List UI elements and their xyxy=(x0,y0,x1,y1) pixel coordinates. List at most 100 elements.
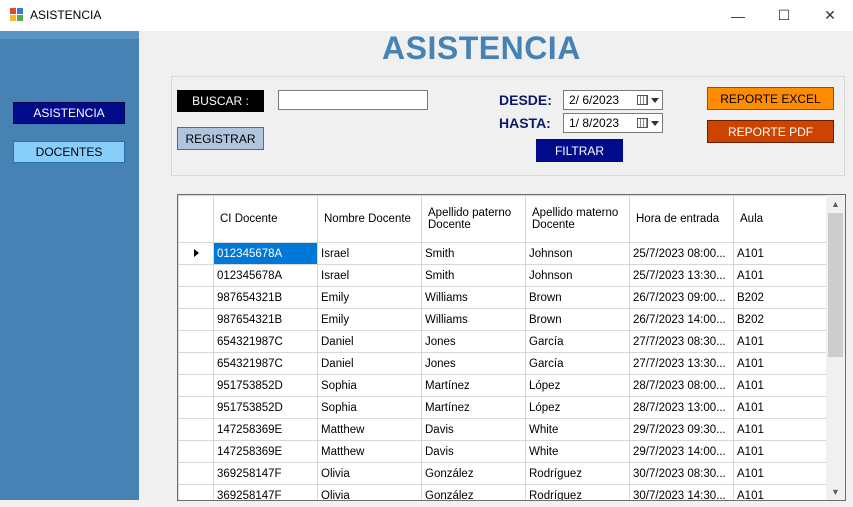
table-cell[interactable]: 28/7/2023 08:00... xyxy=(629,374,734,397)
table-cell[interactable]: González xyxy=(421,462,526,485)
table-cell[interactable]: A101 xyxy=(733,242,838,265)
table-cell[interactable]: García xyxy=(525,330,630,353)
column-header[interactable]: Apellido materno Docente xyxy=(525,195,630,243)
table-cell[interactable]: 369258147F xyxy=(213,484,318,500)
row-header[interactable] xyxy=(178,264,214,287)
table-row[interactable]: 654321987C Daniel Jones García 27/7/2023 08:… xyxy=(178,330,838,353)
table-cell[interactable]: Emily xyxy=(317,308,422,331)
table-cell[interactable]: A101 xyxy=(733,484,838,500)
table-cell[interactable]: Brown xyxy=(525,286,630,309)
table-row[interactable]: 147258369E Matthew Davis White 29/7/2023 14:… xyxy=(178,440,838,463)
table-cell[interactable]: 27/7/2023 13:30... xyxy=(629,352,734,375)
reporte-excel-button[interactable]: REPORTE EXCEL xyxy=(707,87,834,110)
table-cell[interactable]: 987654321B xyxy=(213,308,318,331)
table-cell[interactable]: 29/7/2023 14:00... xyxy=(629,440,734,463)
row-header-corner[interactable] xyxy=(178,195,214,243)
table-row[interactable]: 987654321B Emily Williams Brown 26/7/2023 09… xyxy=(178,286,838,309)
chevron-down-icon[interactable] xyxy=(651,98,659,103)
table-cell[interactable]: Olivia xyxy=(317,462,422,485)
table-cell[interactable]: 30/7/2023 08:30... xyxy=(629,462,734,485)
minimize-button[interactable]: — xyxy=(715,0,761,31)
chevron-down-icon[interactable] xyxy=(651,121,659,126)
table-cell[interactable]: White xyxy=(525,418,630,441)
table-cell[interactable]: Johnson xyxy=(525,242,630,265)
column-header[interactable]: CI Docente xyxy=(213,195,318,243)
table-cell[interactable]: García xyxy=(525,352,630,375)
row-header[interactable] xyxy=(178,330,214,353)
sidebar-item-asistencia[interactable]: ASISTENCIA xyxy=(13,102,125,124)
table-cell[interactable]: 987654321B xyxy=(213,286,318,309)
table-cell[interactable]: Daniel xyxy=(317,352,422,375)
reporte-pdf-button[interactable]: REPORTE PDF xyxy=(707,120,834,143)
search-input[interactable] xyxy=(278,90,428,110)
table-row[interactable]: 147258369E Matthew Davis White 29/7/2023 09:… xyxy=(178,418,838,441)
table-cell[interactable]: A101 xyxy=(733,374,838,397)
table-cell[interactable]: A101 xyxy=(733,396,838,419)
table-cell[interactable]: Emily xyxy=(317,286,422,309)
row-header[interactable] xyxy=(178,440,214,463)
table-cell[interactable]: 28/7/2023 13:00... xyxy=(629,396,734,419)
maximize-button[interactable]: ☐ xyxy=(761,0,807,31)
table-cell[interactable]: Davis xyxy=(421,440,526,463)
column-header[interactable]: Aula xyxy=(733,195,838,243)
table-cell[interactable]: Brown xyxy=(525,308,630,331)
table-cell[interactable]: Jones xyxy=(421,352,526,375)
table-cell[interactable]: 369258147F xyxy=(213,462,318,485)
table-row[interactable]: 012345678A Israel Smith Johnson 25/7/2023 13… xyxy=(178,264,838,287)
table-cell[interactable]: Martínez xyxy=(421,396,526,419)
table-cell[interactable]: Daniel xyxy=(317,330,422,353)
table-cell[interactable]: 654321987C xyxy=(213,352,318,375)
vertical-scrollbar[interactable]: ▲ ▼ xyxy=(826,195,845,500)
table-cell[interactable]: Smith xyxy=(421,242,526,265)
scroll-thumb[interactable] xyxy=(828,213,843,357)
registrar-button[interactable]: REGISTRAR xyxy=(177,127,264,150)
column-header[interactable]: Hora de entrada xyxy=(629,195,734,243)
table-cell[interactable]: Olivia xyxy=(317,484,422,500)
table-cell[interactable]: 30/7/2023 14:30... xyxy=(629,484,734,500)
attendance-grid[interactable]: CI Docente Nombre Docente Apellido pater… xyxy=(177,194,846,501)
row-header[interactable] xyxy=(178,374,214,397)
table-cell[interactable]: Israel xyxy=(317,264,422,287)
hasta-date-picker[interactable]: 1/ 8/2023 xyxy=(563,113,663,133)
table-cell[interactable]: Israel xyxy=(317,242,422,265)
table-cell[interactable]: 26/7/2023 09:00... xyxy=(629,286,734,309)
table-cell[interactable]: B202 xyxy=(733,286,838,309)
table-cell[interactable]: 012345678A xyxy=(213,264,318,287)
table-row[interactable]: 951753852D Sophia Martínez López 28/7/2023 0… xyxy=(178,374,838,397)
table-cell[interactable]: Rodríguez xyxy=(525,462,630,485)
row-header[interactable] xyxy=(178,308,214,331)
row-header[interactable] xyxy=(178,352,214,375)
table-cell[interactable]: González xyxy=(421,484,526,500)
table-cell[interactable]: Davis xyxy=(421,418,526,441)
row-header[interactable] xyxy=(178,242,214,265)
row-header[interactable] xyxy=(178,396,214,419)
table-cell[interactable]: A101 xyxy=(733,330,838,353)
table-cell[interactable]: López xyxy=(525,396,630,419)
scroll-down-icon[interactable]: ▼ xyxy=(826,483,845,500)
row-header[interactable] xyxy=(178,484,214,500)
table-row[interactable]: 654321987C Daniel Jones García 27/7/2023 13:… xyxy=(178,352,838,375)
table-row[interactable]: 012345678A Israel Smith Johnson 25/7/2023 08… xyxy=(178,242,838,265)
table-cell[interactable]: Williams xyxy=(421,286,526,309)
table-cell[interactable]: 27/7/2023 08:30... xyxy=(629,330,734,353)
table-cell[interactable]: B202 xyxy=(733,308,838,331)
table-cell[interactable]: A101 xyxy=(733,440,838,463)
table-cell[interactable]: Sophia xyxy=(317,374,422,397)
table-row[interactable]: 987654321B Emily Williams Brown 26/7/2023 14… xyxy=(178,308,838,331)
table-cell[interactable]: 25/7/2023 08:00... xyxy=(629,242,734,265)
table-cell[interactable]: Matthew xyxy=(317,440,422,463)
table-cell[interactable]: Williams xyxy=(421,308,526,331)
table-row[interactable]: 369258147F Olivia González Rodríguez 30/7/20… xyxy=(178,484,838,500)
table-cell[interactable]: 012345678A xyxy=(213,242,318,265)
table-cell[interactable]: A101 xyxy=(733,462,838,485)
table-cell[interactable]: 25/7/2023 13:30... xyxy=(629,264,734,287)
close-button[interactable]: ✕ xyxy=(807,0,853,31)
table-row[interactable]: 369258147F Olivia González Rodríguez 30/7/20… xyxy=(178,462,838,485)
row-header[interactable] xyxy=(178,418,214,441)
table-cell[interactable]: 26/7/2023 14:00... xyxy=(629,308,734,331)
table-cell[interactable]: Sophia xyxy=(317,396,422,419)
table-cell[interactable]: Martínez xyxy=(421,374,526,397)
table-cell[interactable]: Matthew xyxy=(317,418,422,441)
table-cell[interactable]: 147258369E xyxy=(213,418,318,441)
table-cell[interactable]: White xyxy=(525,440,630,463)
